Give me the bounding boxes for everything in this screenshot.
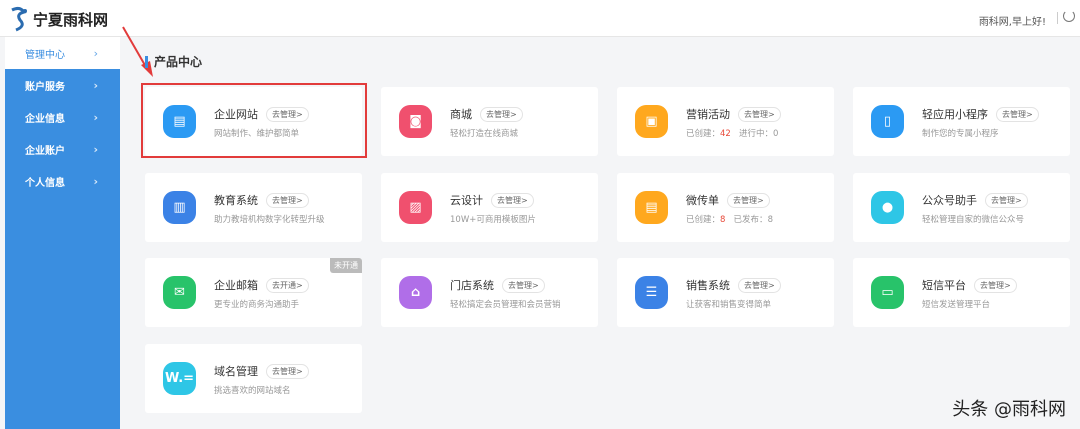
product-description: 已创建：42 进行中：0 <box>686 129 779 139</box>
message-icon: ▭ <box>871 276 904 309</box>
product-description: 轻松打造在线商城 <box>450 129 519 139</box>
product-name: 销售系统 <box>686 279 730 292</box>
product-description: 已创建：8 已发布：8 <box>686 215 773 225</box>
title-accent-bar <box>145 55 148 68</box>
chevron-right-icon: › <box>93 174 98 188</box>
product-name: 轻应用小程序 <box>922 108 988 121</box>
wechat-icon: ● <box>871 191 904 224</box>
mail-icon: ✉ <box>163 276 196 309</box>
shopping-bag-icon: ◙ <box>399 105 432 138</box>
product-card[interactable]: ▨ 云设计 去管理> 10W+可商用模板图片 <box>381 173 598 242</box>
manage-button[interactable]: 去管理> <box>974 278 1017 293</box>
product-description: 短信发送管理平台 <box>922 300 991 310</box>
book-icon: ▥ <box>163 191 196 224</box>
product-description: 轻松搞定会员管理和会员营销 <box>450 300 561 310</box>
product-name: 教育系统 <box>214 194 258 207</box>
sidebar-item-2[interactable]: 企业信息 › <box>5 101 120 133</box>
sidebar: 管理中心 › 账户服务 › 企业信息 › 企业账户 › 个人信息 › <box>5 37 120 429</box>
highlight-box-annotation <box>141 83 367 158</box>
manage-button[interactable]: 去管理> <box>738 107 781 122</box>
product-description: 挑选喜欢的网站域名 <box>214 386 291 396</box>
top-header: 宁夏雨科网 雨科网,早上好! <box>0 0 1080 37</box>
logo-text: 宁夏雨科网 <box>33 10 109 29</box>
logo-icon <box>11 6 27 32</box>
product-description: 制作您的专属小程序 <box>922 129 999 139</box>
sidebar-item-label: 账户服务 <box>25 81 65 93</box>
sidebar-item-0[interactable]: 管理中心 › <box>5 37 120 69</box>
product-name: 域名管理 <box>214 365 258 378</box>
flyer-icon: ▤ <box>635 191 668 224</box>
product-description: 10W+可商用模板图片 <box>450 215 536 225</box>
sidebar-item-label: 企业信息 <box>25 113 65 125</box>
sidebar-item-label: 个人信息 <box>25 177 65 189</box>
list-icon: ☰ <box>635 276 668 309</box>
mini-program-icon: ▯ <box>871 105 904 138</box>
manage-button[interactable]: 去管理> <box>738 278 781 293</box>
manage-button[interactable]: 去管理> <box>727 193 770 208</box>
sidebar-item-label: 企业账户 <box>25 145 65 157</box>
divider <box>1057 12 1058 24</box>
sidebar-item-label: 管理中心 <box>25 49 65 61</box>
product-card[interactable]: ● 公众号助手 去管理> 轻松管理自家的微信公众号 <box>853 173 1070 242</box>
manage-button[interactable]: 去管理> <box>985 193 1028 208</box>
product-card[interactable]: ⌂ 门店系统 去管理> 轻松搞定会员管理和会员营销 <box>381 258 598 327</box>
product-card[interactable]: ▥ 教育系统 去管理> 助力教培机构数字化转型升级 <box>145 173 362 242</box>
domain-icon: W.= <box>163 362 196 395</box>
product-card[interactable]: ▭ 短信平台 去管理> 短信发送管理平台 <box>853 258 1070 327</box>
manage-button[interactable]: 去管理> <box>502 278 545 293</box>
product-card[interactable]: ☰ 销售系统 去管理> 让获客和销售变得简单 <box>617 258 834 327</box>
product-description: 轻松管理自家的微信公众号 <box>922 215 1025 225</box>
product-name: 短信平台 <box>922 279 966 292</box>
product-description: 更专业的商务沟通助手 <box>214 300 300 310</box>
sidebar-item-4[interactable]: 个人信息 › <box>5 165 120 197</box>
gift-icon: ▣ <box>635 105 668 138</box>
greeting-text: 雨科网,早上好! <box>978 17 1046 28</box>
manage-button[interactable]: 去开通> <box>266 278 309 293</box>
watermark: 头条 @雨科网 <box>952 399 1066 420</box>
product-name: 门店系统 <box>450 279 494 292</box>
product-card[interactable]: ◙ 商城 去管理> 轻松打造在线商城 <box>381 87 598 156</box>
status-badge: 未开通 <box>330 258 362 273</box>
manage-button[interactable]: 去管理> <box>266 193 309 208</box>
sidebar-item-3[interactable]: 企业账户 › <box>5 133 120 165</box>
product-card[interactable]: ▯ 轻应用小程序 去管理> 制作您的专属小程序 <box>853 87 1070 156</box>
sidebar-item-1[interactable]: 账户服务 › <box>5 69 120 101</box>
product-name: 营销活动 <box>686 108 730 121</box>
chevron-right-icon: › <box>93 142 98 156</box>
product-card[interactable]: ▣ 营销活动 去管理> 已创建：42 进行中：0 <box>617 87 834 156</box>
manage-button[interactable]: 去管理> <box>491 193 534 208</box>
logo[interactable]: 宁夏雨科网 <box>8 6 108 32</box>
image-icon: ▨ <box>399 191 432 224</box>
manage-button[interactable]: 去管理> <box>266 364 309 379</box>
product-name: 商城 <box>450 108 472 121</box>
product-card[interactable]: ▤ 微传单 去管理> 已创建：8 已发布：8 <box>617 173 834 242</box>
manage-button[interactable]: 去管理> <box>996 107 1039 122</box>
store-icon: ⌂ <box>399 276 432 309</box>
product-name: 微传单 <box>686 194 719 207</box>
product-description: 助力教培机构数字化转型升级 <box>214 215 325 225</box>
manage-button[interactable]: 去管理> <box>480 107 523 122</box>
logout-icon[interactable] <box>1063 10 1075 22</box>
chevron-right-icon: › <box>93 110 98 124</box>
page-title: 产品中心 <box>145 53 202 70</box>
chevron-right-icon: › <box>93 46 98 60</box>
product-card[interactable]: W.= 域名管理 去管理> 挑选喜欢的网站域名 <box>145 344 362 413</box>
product-card[interactable]: ✉ 企业邮箱 去开通> 更专业的商务沟通助手 未开通 <box>145 258 362 327</box>
product-description: 让获客和销售变得简单 <box>686 300 772 310</box>
product-name: 公众号助手 <box>922 194 977 207</box>
product-name: 企业邮箱 <box>214 279 258 292</box>
chevron-right-icon: › <box>93 78 98 92</box>
product-name: 云设计 <box>450 194 483 207</box>
